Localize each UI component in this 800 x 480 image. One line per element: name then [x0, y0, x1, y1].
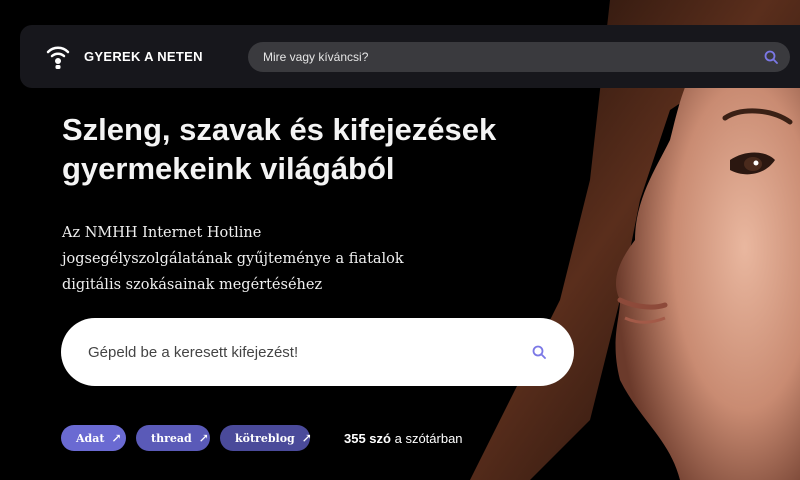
popular-tags: Adat ↗ thread ↗ kötreblog ↗ 355 szó a sz…: [61, 425, 463, 451]
main-search-bar[interactable]: [61, 318, 574, 386]
top-navigation-bar: GYEREK A NETEN: [20, 25, 800, 88]
dictionary-word-count: 355 szó a szótárban: [344, 431, 463, 446]
page-title-line-1: Szleng, szavak és kifejezések: [62, 112, 497, 147]
tag-chip-kotreblog[interactable]: kötreblog ↗: [220, 425, 312, 451]
subtitle-line-2: jogsegélyszolgálatának gyűjteménye a fia…: [62, 251, 404, 267]
tag-chip-adat[interactable]: Adat ↗: [61, 425, 126, 451]
page-subtitle: Az NMHH Internet Hotline jogsegélyszolgá…: [62, 220, 422, 298]
search-icon[interactable]: [764, 50, 778, 64]
brand-logo[interactable]: GYEREK A NETEN: [46, 44, 222, 70]
arrow-up-right-icon: ↗: [198, 431, 209, 445]
page-title-line-2: gyermekeink világából: [62, 151, 395, 186]
subtitle-line-1: Az NMHH Internet Hotline: [62, 225, 262, 241]
word-count-number: 355 szó: [344, 430, 391, 446]
header-search-input[interactable]: [263, 49, 743, 64]
subtitle-line-3: digitális szokásainak megértéséhez: [62, 277, 323, 293]
tag-label: Adat: [76, 431, 105, 445]
word-count-suffix: a szótárban: [394, 430, 463, 446]
main-search-input[interactable]: [88, 343, 508, 361]
page-title: Szleng, szavak és kifejezések gyermekein…: [62, 110, 522, 188]
wifi-figure-icon: [46, 46, 70, 69]
brand-name: GYEREK A NETEN: [84, 49, 203, 64]
tag-label: kötreblog: [235, 431, 295, 445]
tag-chip-thread[interactable]: thread ↗: [136, 425, 210, 451]
tag-label: thread: [151, 431, 192, 445]
arrow-up-right-icon: ↗: [301, 431, 312, 445]
search-icon[interactable]: [532, 345, 546, 359]
arrow-up-right-icon: ↗: [111, 431, 122, 445]
header-search-bar[interactable]: [248, 41, 790, 72]
